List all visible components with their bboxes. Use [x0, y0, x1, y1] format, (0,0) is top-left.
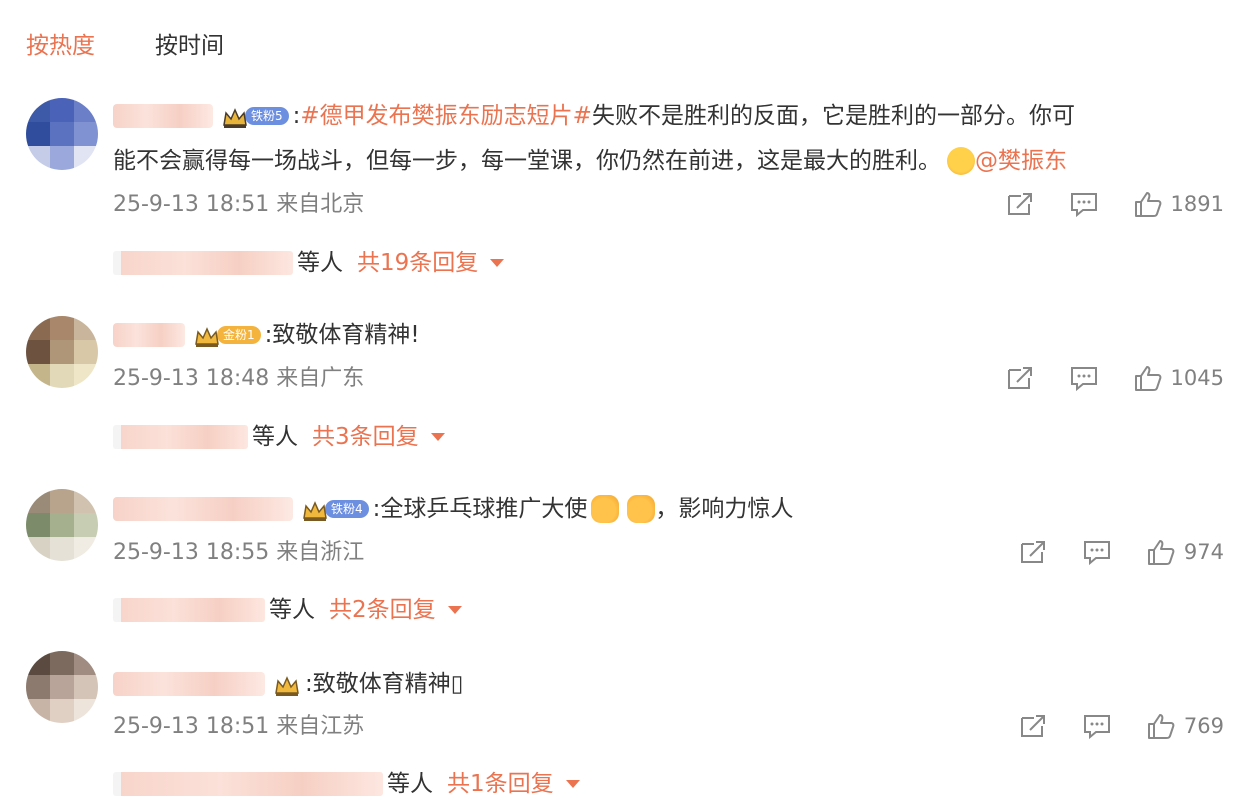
fan-level-label: 铁粉4 — [325, 500, 369, 518]
blurred-username[interactable] — [113, 104, 213, 128]
like-button[interactable]: 974 — [1146, 538, 1224, 566]
comment-meta: 25-9-13 18:51 来自北京 — [113, 192, 365, 217]
blurred-reply-users[interactable] — [113, 425, 248, 449]
chevron-down-icon — [565, 780, 580, 788]
reply-count-label: 共3条回复 — [312, 424, 419, 450]
crown-icon — [273, 673, 301, 696]
share-button[interactable] — [1005, 364, 1035, 392]
comment-meta: 25-9-13 18:51 来自江苏 — [113, 714, 365, 739]
reply-users-suffix: 等人 — [297, 250, 343, 276]
comment-icon — [1083, 541, 1110, 566]
avatar[interactable] — [26, 489, 98, 561]
blurred-username[interactable] — [113, 672, 265, 696]
share-icon — [1020, 715, 1045, 737]
reply-count-label: 共19条回复 — [357, 250, 479, 276]
comment-text: 失败不是胜利的反面，它是胜利的一部分。你可 — [591, 103, 1075, 129]
comment-meta: 25-9-13 18:55 来自浙江 — [113, 540, 365, 565]
like-button[interactable]: 769 — [1146, 712, 1224, 740]
reply-users-suffix: 等人 — [269, 597, 315, 623]
comment-text: :致敬体育精神▯ — [305, 671, 464, 697]
blurred-reply-users[interactable] — [113, 598, 265, 622]
fan-badge: 铁粉5 — [221, 105, 289, 128]
reply-count-label: 共1条回复 — [447, 771, 554, 797]
share-button[interactable] — [1018, 538, 1048, 566]
like-count: 974 — [1183, 540, 1224, 564]
tab-by-hotness[interactable]: 按热度 — [26, 28, 95, 68]
avatar[interactable] — [26, 98, 98, 170]
comment-icon — [1070, 367, 1097, 392]
view-replies-button[interactable]: 共1条回复 — [447, 768, 580, 800]
like-count: 1045 — [1170, 366, 1224, 390]
crown-icon — [221, 105, 249, 128]
blurred-reply-users[interactable] — [113, 251, 293, 275]
thumbs-up-icon — [1134, 192, 1161, 217]
comment-text: ，影响力惊人 — [655, 496, 794, 522]
chevron-down-icon — [490, 259, 505, 267]
comment-button[interactable] — [1082, 538, 1112, 566]
fan-badge: 金粉1 — [193, 324, 261, 347]
thumbs-up-icon — [1134, 366, 1161, 391]
tab-by-time[interactable]: 按时间 — [155, 28, 224, 68]
reply-count-label: 共2条回复 — [329, 597, 436, 623]
crown-icon — [301, 498, 329, 521]
fan-badge: 铁粉4 — [301, 498, 369, 521]
comment-text: 能不会赢得每一场战斗，但每一步，每一堂课，你仍然在前进，这是最大的胜利。 — [113, 148, 941, 174]
share-icon — [1020, 541, 1045, 563]
chevron-down-icon — [430, 433, 445, 441]
like-button[interactable]: 1045 — [1133, 364, 1224, 392]
comment-meta: 25-9-13 18:48 来自广东 — [113, 366, 365, 391]
share-icon — [1007, 367, 1032, 389]
comment-text: :全球乒乓球推广大使 — [372, 496, 588, 522]
blurred-username[interactable] — [113, 497, 293, 521]
smiley-emoji — [947, 147, 975, 175]
blurred-username[interactable] — [113, 323, 185, 347]
hashtag-link[interactable]: #德甲发布樊振东励志短片# — [300, 99, 592, 133]
avatar[interactable] — [26, 316, 98, 388]
comment-button[interactable] — [1069, 190, 1099, 218]
share-button[interactable] — [1005, 190, 1035, 218]
fan-badge — [273, 673, 301, 696]
share-icon — [1007, 193, 1032, 215]
thumbs-up-icon — [1147, 540, 1175, 565]
comment-text: :致敬体育精神! — [264, 322, 420, 348]
reply-users-suffix: 等人 — [252, 424, 298, 450]
sort-tabs: 按热度 按时间 — [26, 28, 224, 68]
thumbs-up-emoji — [591, 495, 620, 523]
thumbs-up-icon — [1147, 714, 1175, 739]
avatar[interactable] — [26, 651, 98, 723]
view-replies-button[interactable]: 共3条回复 — [312, 421, 445, 453]
blurred-reply-users[interactable] — [113, 772, 383, 796]
fan-level-label: 金粉1 — [217, 326, 261, 344]
like-count: 1891 — [1170, 192, 1224, 216]
fan-level-label: 铁粉5 — [245, 107, 289, 125]
comment-icon — [1070, 193, 1097, 218]
chevron-down-icon — [447, 606, 462, 614]
crown-icon — [193, 324, 221, 347]
comment-icon — [1083, 715, 1110, 740]
view-replies-button[interactable]: 共2条回复 — [329, 594, 462, 626]
thumbs-up-emoji — [627, 495, 656, 523]
comment-button[interactable] — [1082, 712, 1112, 740]
like-button[interactable]: 1891 — [1133, 190, 1224, 218]
like-count: 769 — [1183, 714, 1224, 738]
mention-link[interactable]: @樊振东 — [975, 144, 1067, 178]
comment-button[interactable] — [1069, 364, 1099, 392]
reply-users-suffix: 等人 — [387, 771, 433, 797]
share-button[interactable] — [1018, 712, 1048, 740]
view-replies-button[interactable]: 共19条回复 — [357, 247, 505, 279]
